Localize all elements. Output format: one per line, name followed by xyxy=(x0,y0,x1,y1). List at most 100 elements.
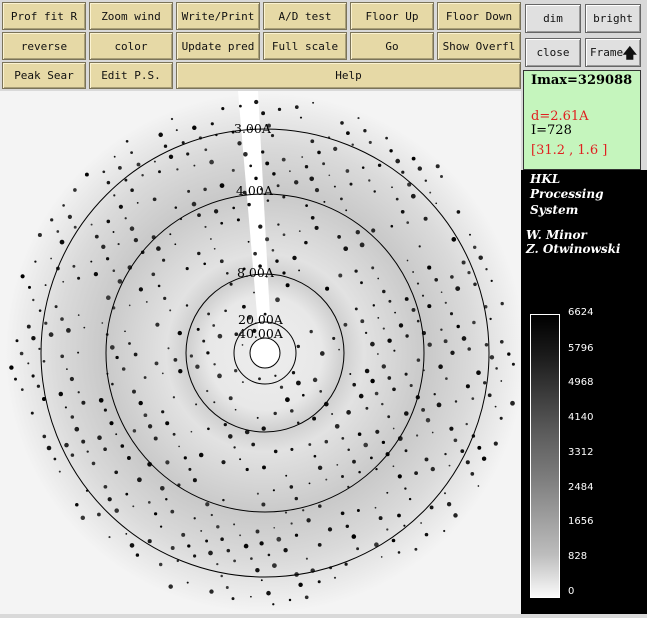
diffraction-spot xyxy=(290,447,294,451)
diffraction-spot xyxy=(404,487,407,490)
diffraction-spot xyxy=(356,509,360,512)
diffraction-spot xyxy=(306,518,311,523)
diffraction-spot xyxy=(341,437,345,440)
diffraction-spot xyxy=(312,101,315,104)
color-button[interactable]: color xyxy=(89,32,173,60)
diffraction-spot xyxy=(325,478,328,481)
diffraction-spot xyxy=(499,416,503,420)
diffraction-spot xyxy=(481,456,487,461)
diffraction-spot xyxy=(62,204,65,207)
diffraction-spot xyxy=(208,550,213,556)
diffraction-spot xyxy=(487,393,492,398)
diffraction-spot xyxy=(128,342,131,345)
diffraction-spot xyxy=(346,131,350,135)
diffraction-spot xyxy=(168,584,173,589)
diffraction-spot xyxy=(37,232,42,238)
diffraction-spot xyxy=(228,396,233,401)
diffraction-spot xyxy=(44,321,48,325)
beamstop xyxy=(249,337,281,369)
diffraction-spot xyxy=(322,162,326,166)
diffraction-spot xyxy=(314,188,320,193)
diffraction-spot xyxy=(260,579,263,582)
diffraction-spot xyxy=(165,460,170,465)
diffraction-spot xyxy=(247,240,250,243)
diffraction-spot xyxy=(133,352,138,357)
diffraction-spot xyxy=(86,450,89,453)
help-button[interactable]: Help xyxy=(176,62,521,89)
go-button[interactable]: Go xyxy=(350,32,434,60)
diffraction-spot xyxy=(234,369,238,373)
diffraction-spot xyxy=(304,595,309,600)
diffraction-spot xyxy=(375,429,380,434)
diffraction-spot xyxy=(125,492,129,496)
diffraction-spot xyxy=(254,99,259,105)
diffraction-spot xyxy=(349,373,352,375)
diffraction-spot xyxy=(308,482,311,485)
diffraction-spot xyxy=(272,563,277,568)
ad-test-button[interactable]: A/D test xyxy=(263,2,347,30)
diffraction-spot xyxy=(125,533,128,535)
diffraction-spot xyxy=(389,149,393,153)
diffraction-spot xyxy=(186,581,189,584)
ring-label-20A: 20.00A xyxy=(238,312,284,327)
diffraction-spot xyxy=(424,457,429,462)
diffraction-spot xyxy=(392,427,395,430)
diffraction-spot xyxy=(291,371,296,375)
diffraction-spot xyxy=(126,456,131,460)
diffraction-spot xyxy=(191,201,197,207)
diffraction-spot xyxy=(421,294,425,297)
prof-fit-button[interactable]: Prof fit R xyxy=(2,2,86,30)
diffraction-spot xyxy=(449,426,454,431)
diffraction-spot xyxy=(270,134,275,138)
diffraction-spot xyxy=(253,291,255,294)
close-button[interactable]: close xyxy=(525,38,581,67)
diffraction-spot xyxy=(93,271,99,277)
d-spacing-text: d=2.61A xyxy=(531,109,589,124)
diffraction-spot xyxy=(135,553,140,557)
edit-ps-button[interactable]: Edit P.S. xyxy=(89,62,173,89)
diffraction-spot xyxy=(275,259,279,263)
zoom-window-button[interactable]: Zoom wind xyxy=(89,2,173,30)
diffraction-spot xyxy=(443,529,446,533)
diffraction-spot xyxy=(160,486,165,491)
diffraction-spot xyxy=(391,538,396,543)
diffraction-spot xyxy=(233,446,236,449)
intensity-scale-bar xyxy=(530,314,560,598)
diffraction-spot xyxy=(449,312,454,316)
diffraction-image[interactable]: 3.00A 4.00A 8.00A 20.00A 40.00A xyxy=(0,91,521,614)
diffraction-spot xyxy=(193,517,196,520)
scale-label: 0 xyxy=(568,586,575,597)
diffraction-spot xyxy=(273,526,276,529)
diffraction-spot xyxy=(345,209,348,212)
peak-search-button[interactable]: Peak Sear xyxy=(2,62,86,89)
diffraction-spot xyxy=(371,228,376,233)
diffraction-spot xyxy=(461,260,466,265)
floor-down-button[interactable]: Floor Down xyxy=(437,2,521,30)
diffraction-spot xyxy=(285,474,288,477)
diffraction-spot xyxy=(358,470,361,474)
diffraction-spot xyxy=(136,202,139,204)
diffraction-spot xyxy=(80,515,86,521)
diffraction-spot xyxy=(451,237,457,242)
bright-button[interactable]: bright xyxy=(585,4,641,33)
write-print-button[interactable]: Write/Print xyxy=(176,2,260,30)
full-scale-button[interactable]: Full scale xyxy=(263,32,347,60)
diffraction-spot xyxy=(301,393,305,397)
diffraction-spot xyxy=(323,200,326,203)
diffraction-spot xyxy=(109,421,114,426)
diffraction-spot xyxy=(377,163,382,168)
reverse-button[interactable]: reverse xyxy=(2,32,86,60)
diffraction-spot xyxy=(255,567,260,573)
diffraction-spot xyxy=(382,289,386,294)
intensity-text: I=728 xyxy=(531,123,572,138)
frame-button[interactable]: Frame 🡅 xyxy=(585,38,641,67)
floor-up-button[interactable]: Floor Up xyxy=(350,2,434,30)
diffraction-spot xyxy=(507,352,511,356)
update-pred-button[interactable]: Update pred xyxy=(176,32,260,60)
diffraction-spot xyxy=(193,554,197,558)
dim-button[interactable]: dim xyxy=(525,4,581,33)
scale-label: 6624 xyxy=(568,307,594,318)
diffraction-spot xyxy=(113,194,116,197)
show-overflow-button[interactable]: Show Overfl xyxy=(437,32,521,60)
diffraction-spot xyxy=(181,532,186,537)
